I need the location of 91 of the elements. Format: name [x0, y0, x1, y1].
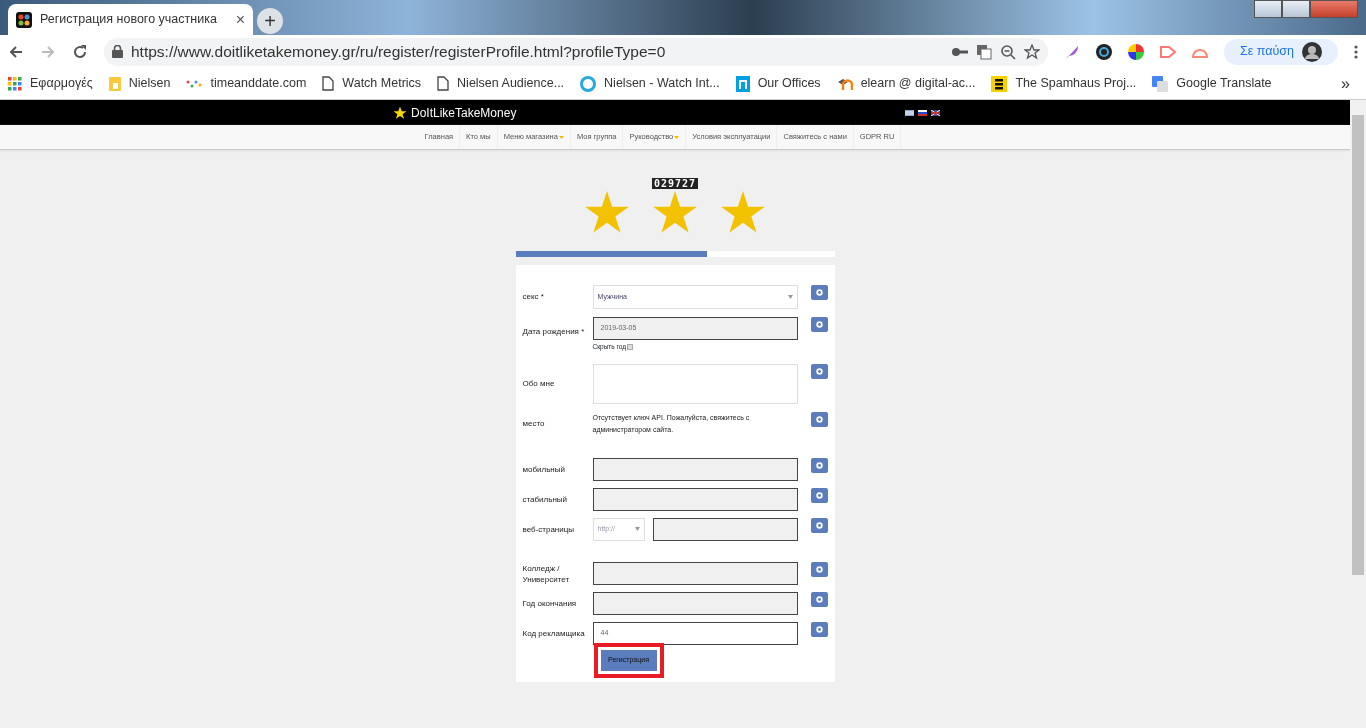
bookmark[interactable]: Nielsen Audience... [437, 74, 565, 93]
page-icon [437, 76, 450, 91]
star-icon [721, 191, 765, 233]
field-label: стабильный [522, 493, 569, 505]
bookmark[interactable]: Our Offices [735, 74, 821, 93]
field-label: мобильный [522, 463, 566, 475]
visibility-button[interactable] [810, 363, 828, 379]
address-bar[interactable]: https://www.doitliketakemoney.gr/ru/register/registerProfile.html?profileType=0 [104, 37, 1049, 66]
ring-icon[interactable] [1096, 43, 1113, 60]
visibility-button[interactable] [810, 561, 828, 577]
reload-icon[interactable] [72, 43, 88, 60]
bookmark[interactable]: Εφαρμογές [8, 74, 93, 93]
visibility-button[interactable] [810, 317, 828, 332]
graduation-cap-icon [836, 76, 853, 91]
bookmark[interactable]: Nielsen - Watch Int... [580, 74, 720, 93]
field-label: Обо мне [522, 377, 556, 389]
back-icon[interactable] [8, 43, 24, 60]
page-icon [322, 76, 335, 91]
input-field[interactable] [592, 591, 798, 615]
checkbox[interactable] [627, 343, 633, 350]
visibility-button[interactable] [810, 621, 828, 637]
tab-title: Регистрация нового участника [40, 11, 218, 29]
star-icon[interactable] [1024, 43, 1041, 60]
key-icon[interactable] [952, 46, 969, 57]
eye-icon [815, 491, 823, 499]
eye-icon [815, 461, 823, 469]
eye-icon [815, 289, 823, 296]
input-field[interactable] [592, 457, 798, 481]
star-icon [585, 191, 629, 233]
eye-icon [815, 625, 823, 633]
bookmark[interactable]: elearn @ digital-ac... [836, 74, 976, 93]
russian-flag-icon[interactable] [918, 109, 927, 116]
dots-icon [186, 78, 203, 89]
eye-icon [815, 521, 823, 529]
close-window-button[interactable] [1310, 0, 1358, 18]
field-label: Колледж / Университет [522, 562, 571, 585]
restore-button[interactable] [1282, 0, 1310, 18]
translate-icon[interactable] [976, 43, 993, 60]
eye-icon [815, 321, 823, 328]
lock-icon [112, 45, 123, 58]
url-text: https://www.doitliketakemoney.gr/ru/register/registerProfile.html?profileType=0 [131, 41, 667, 62]
visitor-counter: 029727 [651, 178, 699, 189]
visibility-button[interactable] [810, 285, 828, 300]
more-bookmarks-button[interactable]: » [1341, 71, 1350, 96]
star-logo-icon [393, 105, 407, 120]
site-logo-text[interactable]: DoItLikeTakeMoney [411, 103, 517, 122]
menu-icon[interactable] [1354, 44, 1358, 59]
caret-icon [787, 295, 793, 299]
field-label: место [522, 417, 546, 429]
visibility-button[interactable] [810, 487, 828, 503]
circle-icon [580, 75, 597, 92]
bookmark[interactable]: The Spamhaus Proj... [991, 74, 1137, 93]
greek-flag-icon[interactable] [905, 109, 914, 116]
input-field[interactable] [592, 487, 798, 511]
visibility-button[interactable] [810, 591, 828, 607]
star-icon [653, 191, 697, 233]
document-icon [108, 76, 121, 91]
field-label: веб-страницы [522, 523, 576, 535]
translate-icon [1152, 75, 1169, 92]
profile-button[interactable]: Σε παύση [1224, 38, 1338, 65]
field-label: Дата рождения * [522, 326, 586, 337]
bookmark[interactable]: Nielsen [108, 74, 171, 93]
avatar-icon [1302, 41, 1322, 62]
input-field[interactable] [592, 561, 798, 585]
eye-icon [815, 595, 823, 603]
minimize-button[interactable] [1254, 0, 1282, 18]
close-tab-button[interactable]: × [235, 7, 245, 32]
uk-flag-icon[interactable] [931, 109, 940, 116]
bookmark[interactable]: timeanddate.com [186, 74, 307, 93]
bookmark[interactable]: Watch Metrics [322, 74, 422, 93]
apps-grid-icon [8, 76, 22, 91]
eye-icon [815, 565, 823, 573]
zoom-out-icon[interactable] [1000, 43, 1017, 60]
visibility-button[interactable] [810, 457, 828, 473]
bookmark[interactable]: Google Translate [1152, 74, 1272, 93]
stripes-icon [991, 75, 1008, 92]
letter-tile-icon [735, 75, 750, 92]
field-label: секс * [522, 291, 545, 302]
visibility-button[interactable] [810, 411, 828, 427]
joomla-logo-icon [16, 11, 32, 28]
caret-icon [634, 527, 640, 532]
url-input-field[interactable] [652, 517, 798, 541]
field-label: Год окончания [522, 597, 578, 609]
visibility-button[interactable] [810, 517, 828, 533]
arrow-icon[interactable] [1160, 44, 1177, 59]
eye-icon [815, 367, 823, 375]
color-wheel-icon[interactable] [1128, 43, 1145, 60]
field-label: Код рекламщика [522, 627, 586, 639]
browser-tab[interactable]: Регистрация нового участника × [8, 4, 253, 35]
new-tab-button[interactable]: + [257, 8, 283, 34]
eye-icon [815, 415, 823, 423]
